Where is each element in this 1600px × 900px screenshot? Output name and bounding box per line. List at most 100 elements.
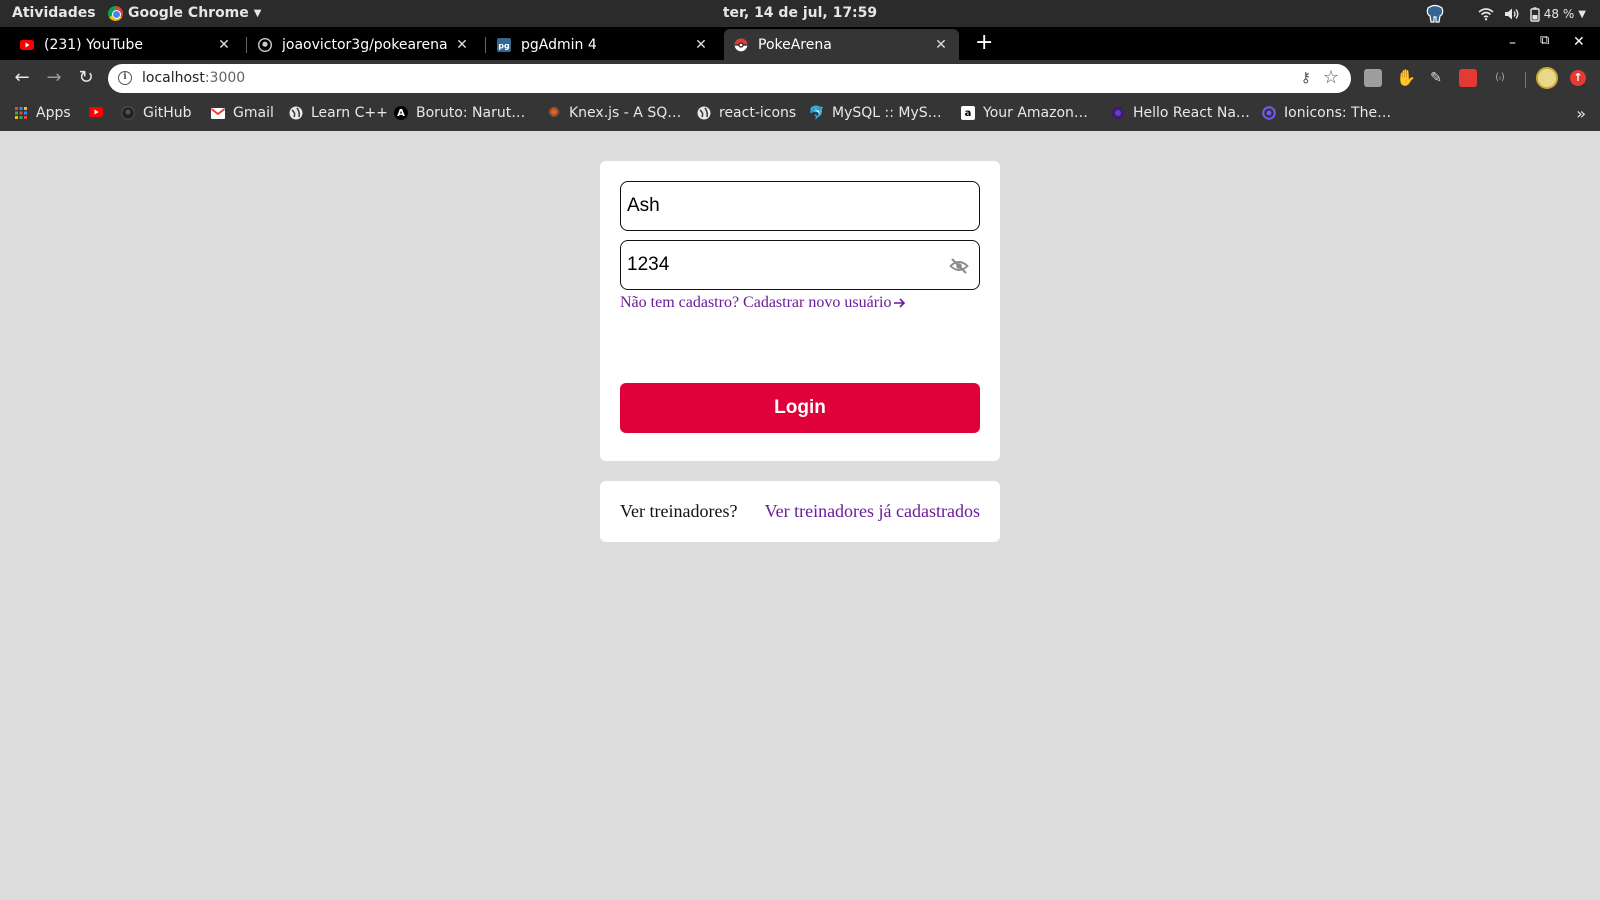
tab-title: (231) YouTube	[44, 36, 144, 53]
ionicons-icon	[1262, 106, 1276, 120]
bookmark-youtube[interactable]	[89, 105, 103, 119]
view-trainers-link[interactable]: Ver treinadores já cadastrados	[765, 501, 980, 522]
bookmark-label: Your Amazon…	[983, 105, 1088, 121]
extension-1-icon[interactable]	[1364, 69, 1382, 87]
close-window-icon[interactable]: ✕	[1573, 34, 1585, 50]
amazon-icon: a	[961, 106, 975, 120]
bookmark-apps[interactable]: Apps	[14, 105, 71, 121]
bookmark-boruto[interactable]: A Boruto: Narut…	[394, 105, 525, 121]
restore-window-icon[interactable]: ⧉	[1540, 33, 1549, 48]
mysql-icon: 🐬	[808, 105, 826, 121]
apps-grid-icon	[14, 106, 28, 120]
bookmark-label: Apps	[36, 105, 71, 121]
volume-icon	[1504, 8, 1519, 20]
update-icon[interactable]: ↑	[1570, 70, 1586, 86]
app-name: Google Chrome	[128, 5, 249, 21]
knex-icon: ✺	[548, 105, 560, 121]
password-key-icon[interactable]: ⚷	[1301, 70, 1311, 86]
youtube-icon	[20, 38, 34, 52]
svg-text:pg: pg	[498, 41, 510, 50]
close-tab-icon[interactable]: ✕	[693, 37, 709, 53]
tab-divider	[246, 37, 247, 53]
username-input[interactable]	[621, 182, 979, 230]
wifi-icon	[1478, 8, 1494, 21]
bookmark-label: MySQL :: MyS…	[832, 105, 942, 121]
github-icon	[121, 106, 135, 120]
address-bar[interactable]: i localhost:3000 ⚷ ☆	[108, 64, 1351, 93]
password-input[interactable]	[621, 241, 979, 289]
view-trainers-card: Ver treinadores? Ver treinadores já cada…	[600, 481, 1000, 542]
battery-percent: 48 %	[1543, 7, 1575, 21]
app-menu[interactable]: Google Chrome ▼	[108, 5, 261, 21]
url-text[interactable]: localhost:3000	[142, 70, 245, 86]
battery-indicator: 48 % ▼	[1530, 6, 1586, 22]
arrow-right-icon	[894, 298, 906, 308]
bookmark-knex[interactable]: ✺ Knex.js - A SQ…	[547, 105, 681, 121]
caret-down-icon[interactable]: ▼	[1578, 9, 1586, 20]
new-tab-button[interactable]: +	[975, 32, 993, 54]
hand-extension-icon[interactable]: ✋	[1396, 69, 1416, 87]
browser-toolbar: ← → ↻ i localhost:3000 ⚷ ☆ ✋ ✎ (ᵢ) ↑	[0, 60, 1600, 97]
bookmark-label: GitHub	[143, 105, 192, 121]
bookmark-amazon[interactable]: a Your Amazon…	[961, 105, 1088, 121]
bookmark-react-native[interactable]: Hello React Na…	[1111, 105, 1250, 121]
bookmark-label: Hello React Na…	[1133, 105, 1250, 121]
tab-divider	[485, 37, 486, 53]
username-field[interactable]	[620, 181, 980, 231]
extension-5-icon[interactable]: (ᵢ)	[1491, 69, 1509, 87]
tab-github[interactable]: joaovictor3g/pokearena ✕	[248, 29, 480, 60]
a-letter-icon: A	[394, 106, 408, 120]
gmail-icon	[211, 106, 225, 120]
extension-4-icon[interactable]	[1459, 69, 1477, 87]
login-button[interactable]: Login	[620, 383, 980, 433]
tab-youtube[interactable]: (231) YouTube ✕	[10, 29, 242, 60]
signup-link-text: Não tem cadastro? Cadastrar novo usuário	[620, 294, 892, 311]
activities-button[interactable]: Atividades	[12, 5, 96, 21]
system-top-bar: Atividades Google Chrome ▼ ter, 14 de ju…	[0, 0, 1600, 27]
url-host: localhost	[142, 70, 205, 86]
password-field[interactable]	[620, 240, 980, 290]
forward-arrow-icon[interactable]: →	[43, 67, 65, 89]
close-tab-icon[interactable]: ✕	[216, 37, 232, 53]
profile-avatar[interactable]	[1536, 67, 1558, 89]
globe-icon	[289, 106, 303, 120]
signup-link[interactable]: Não tem cadastro? Cadastrar novo usuário	[620, 294, 906, 312]
bookmark-github[interactable]: GitHub	[121, 105, 192, 121]
tab-pgadmin[interactable]: pg pgAdmin 4 ✕	[487, 29, 719, 60]
caret-down-icon: ▼	[253, 7, 262, 19]
close-tab-icon[interactable]: ✕	[454, 37, 470, 53]
bookmarks-bar: Apps GitHub Gmail Learn C++ A Boruto: Na…	[0, 97, 1600, 131]
bookmark-label: Knex.js - A SQ…	[569, 105, 682, 121]
minimize-window-icon[interactable]: –	[1509, 35, 1516, 51]
bookmark-mysql[interactable]: 🐬 MySQL :: MyS…	[808, 105, 942, 121]
bookmark-star-icon[interactable]: ☆	[1323, 67, 1339, 88]
extension-3-icon[interactable]: ✎	[1427, 69, 1445, 87]
hide-password-eye-icon[interactable]	[949, 256, 969, 276]
bookmark-ionicons[interactable]: Ionicons: The…	[1262, 105, 1391, 121]
bookmark-react-icons[interactable]: react-icons	[697, 105, 796, 121]
tab-title: PokeArena	[758, 36, 832, 53]
reload-icon[interactable]: ↻	[75, 67, 97, 89]
pgadmin-icon: pg	[497, 37, 511, 52]
toolbar-divider	[1525, 72, 1526, 88]
site-info-icon[interactable]: i	[118, 71, 132, 85]
bookmark-gmail[interactable]: Gmail	[211, 105, 274, 121]
login-card: Não tem cadastro? Cadastrar novo usuário…	[600, 161, 1000, 461]
bookmark-learn-cpp[interactable]: Learn C++	[289, 105, 388, 121]
tab-title: pgAdmin 4	[521, 36, 597, 53]
bookmark-label: Gmail	[233, 105, 274, 121]
url-port: :3000	[204, 70, 246, 86]
tab-strip: (231) YouTube ✕ joaovictor3g/pokearena ✕…	[0, 27, 1600, 60]
close-tab-icon[interactable]: ✕	[933, 37, 949, 53]
postgres-elephant-icon[interactable]	[1424, 4, 1446, 24]
more-bookmarks-icon[interactable]: »	[1576, 104, 1586, 123]
tab-pokearena[interactable]: PokeArena ✕	[724, 29, 959, 60]
react-native-icon	[1111, 106, 1125, 120]
view-trainers-question: Ver treinadores?	[620, 501, 738, 521]
back-arrow-icon[interactable]: ←	[11, 67, 33, 89]
github-icon	[258, 37, 272, 52]
system-tray[interactable]: 48 % ▼	[1424, 4, 1586, 24]
youtube-icon	[89, 105, 103, 119]
globe-icon	[697, 106, 711, 120]
bookmark-label: Learn C++	[311, 105, 388, 121]
